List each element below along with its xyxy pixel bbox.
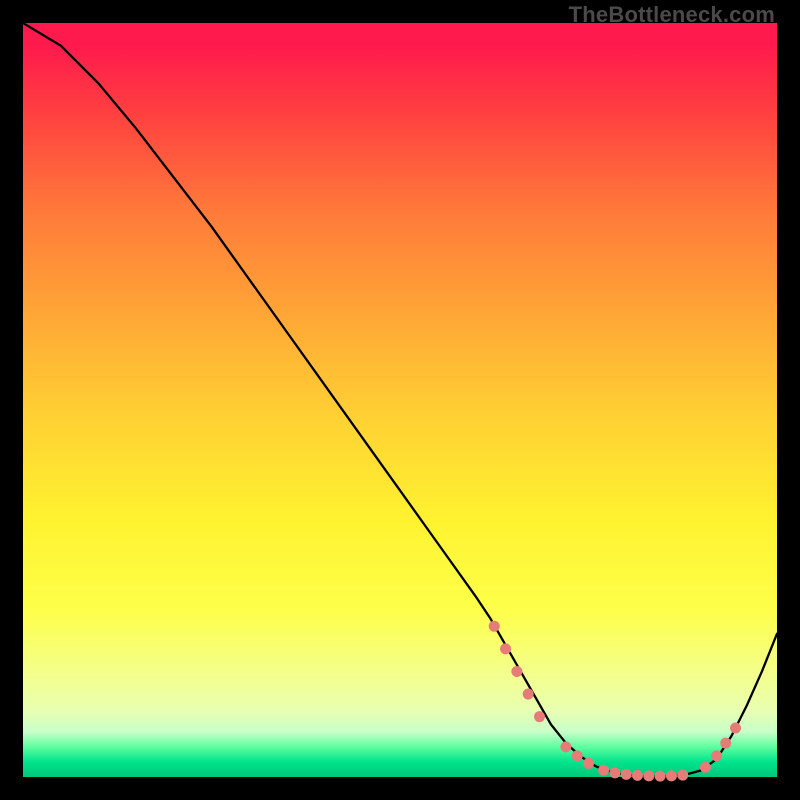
chart-marker: [643, 770, 654, 781]
chart-marker: [523, 689, 534, 700]
chart-marker: [560, 741, 571, 752]
chart-marker: [534, 711, 545, 722]
chart-marker: [489, 621, 500, 632]
marker-layer: [489, 621, 741, 782]
chart-marker: [700, 762, 711, 773]
chart-marker: [583, 758, 594, 769]
chart-marker: [621, 769, 632, 780]
chart-marker: [511, 666, 522, 677]
chart-overlay: [23, 23, 777, 777]
chart-marker: [730, 722, 741, 733]
curve-layer: [23, 23, 777, 776]
chart-marker: [500, 643, 511, 654]
chart-marker: [572, 750, 583, 761]
chart-marker: [609, 767, 620, 778]
chart-marker: [655, 771, 666, 782]
chart-marker: [711, 750, 722, 761]
chart-marker: [598, 765, 609, 776]
chart-marker: [666, 770, 677, 781]
chart-curve: [23, 23, 777, 776]
chart-marker: [677, 770, 688, 781]
chart-marker: [632, 770, 643, 781]
chart-marker: [720, 738, 731, 749]
